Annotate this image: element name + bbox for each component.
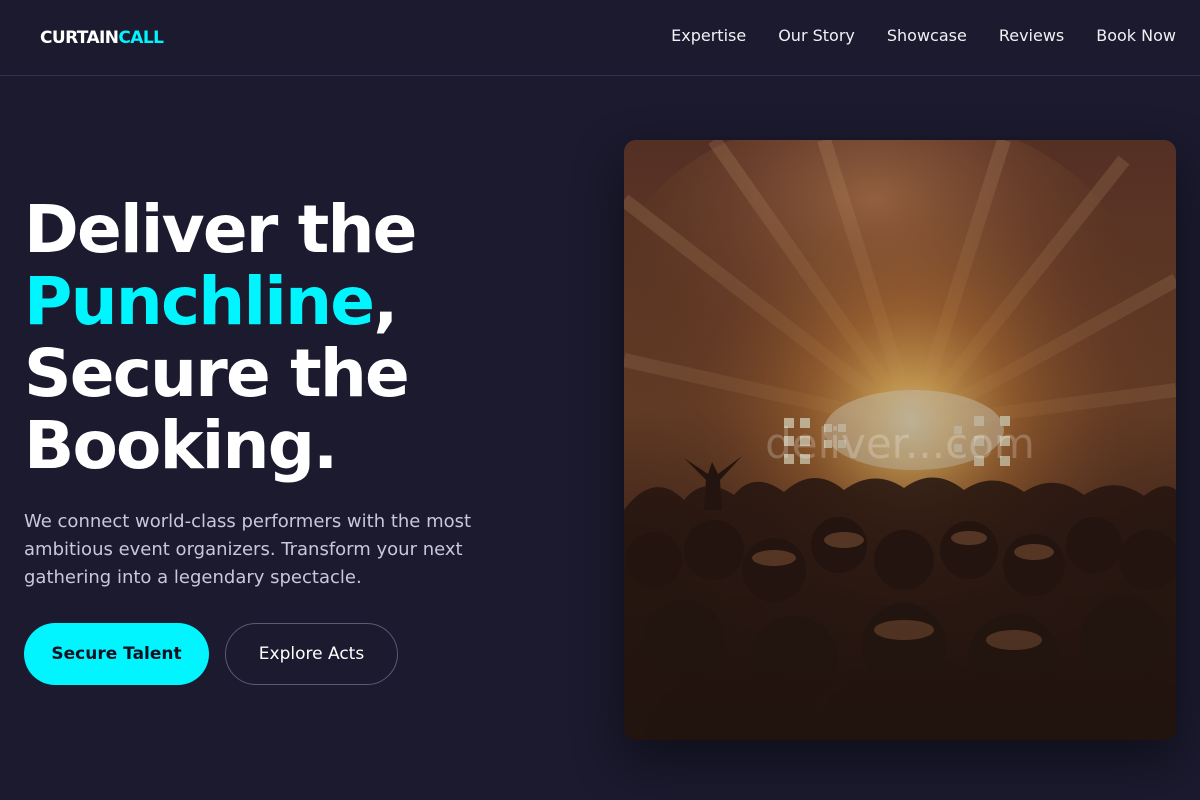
- headline-line-3: Secure the: [24, 335, 410, 412]
- brand-logo[interactable]: CURTAINCALL: [40, 26, 164, 50]
- logo-text-call: CALL: [118, 28, 164, 48]
- headline-line-4: Booking.: [24, 407, 338, 484]
- hero-description: We connect world-class performers with t…: [24, 511, 472, 588]
- headline-comma: ,: [373, 263, 398, 340]
- headline-highlight: Punchline: [24, 263, 375, 340]
- top-navigation-bar: CURTAINCALL Expertise Our Story Showcase…: [0, 0, 1200, 76]
- explore-acts-button[interactable]: Explore Acts: [225, 623, 398, 685]
- nav-link-book-now[interactable]: Book Now: [1096, 24, 1176, 48]
- image-watermark: deliver...com: [765, 419, 1035, 468]
- nav-link-our-story[interactable]: Our Story: [778, 24, 855, 48]
- headline-line-1: Deliver the: [24, 191, 417, 268]
- nav-link-showcase[interactable]: Showcase: [887, 24, 967, 48]
- main-nav: Expertise Our Story Showcase Reviews Boo…: [671, 24, 1176, 48]
- secure-talent-button[interactable]: Secure Talent: [24, 623, 209, 685]
- hero-headline: Deliver the Punchline, Secure the Bookin…: [24, 191, 417, 484]
- hero-concert-image: deliver...com: [624, 140, 1176, 740]
- nav-link-expertise[interactable]: Expertise: [671, 24, 746, 48]
- nav-link-reviews[interactable]: Reviews: [999, 24, 1064, 48]
- logo-text-curtain: CURTAIN: [40, 28, 119, 48]
